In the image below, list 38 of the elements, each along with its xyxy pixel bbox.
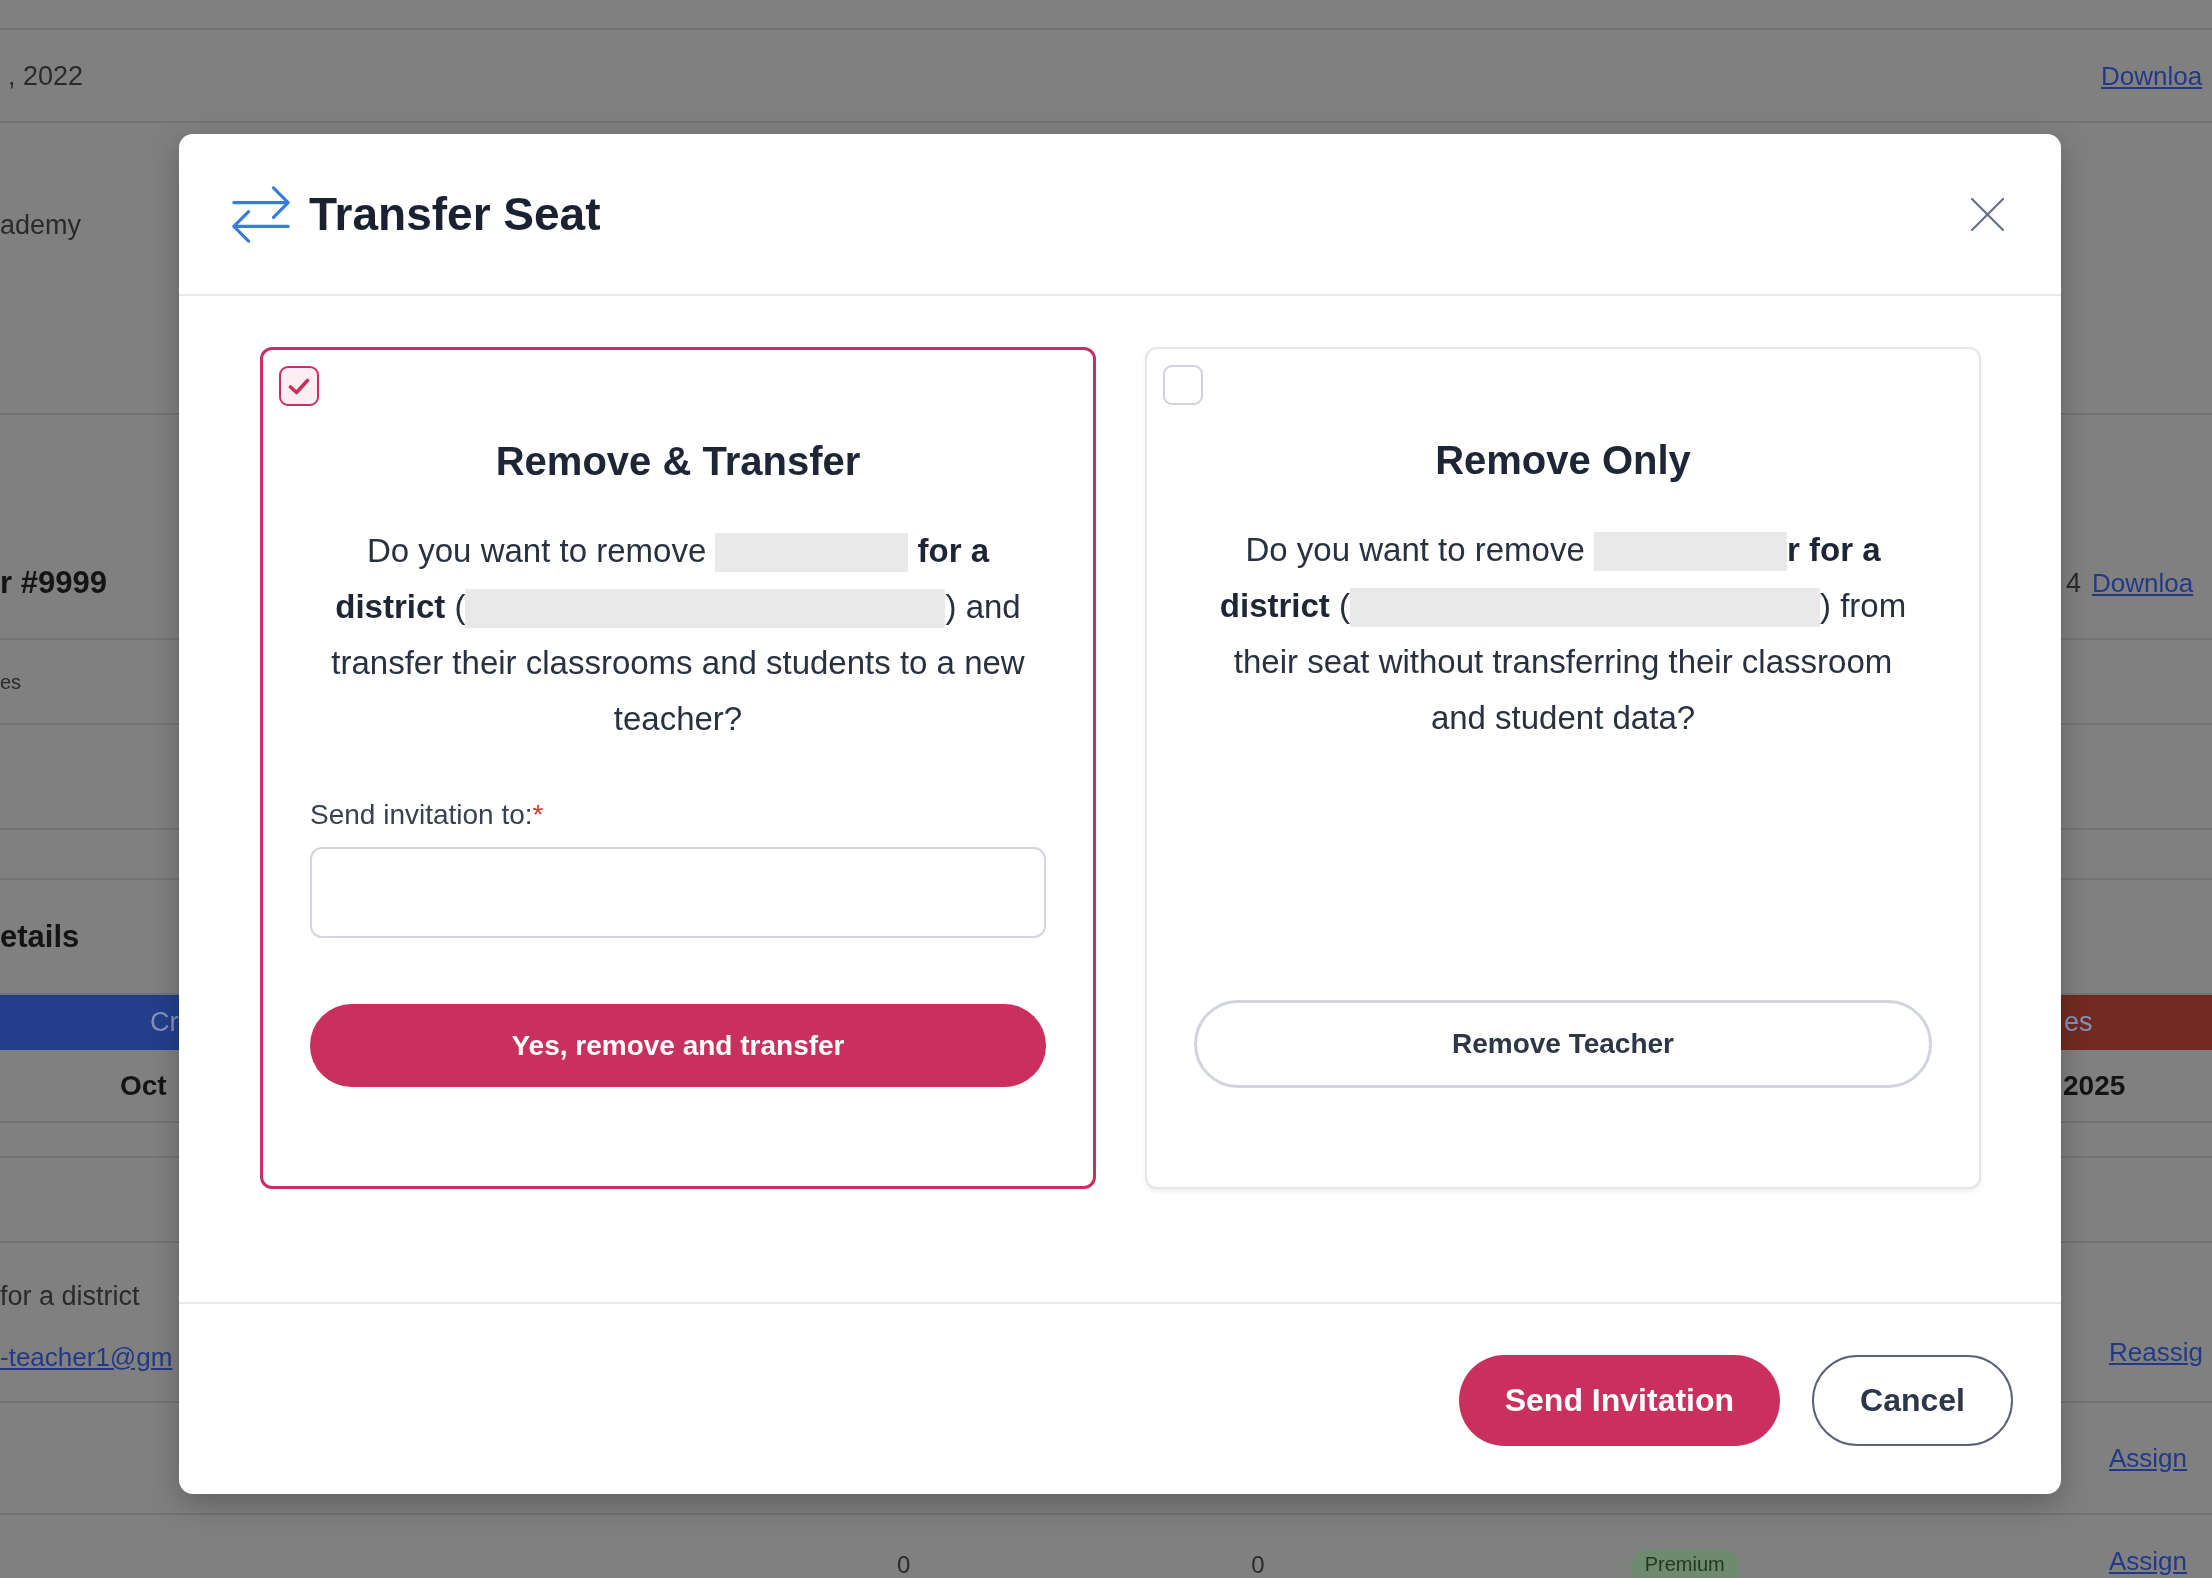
option-card[interactable]: Remove & Transfer Do you want to remove for a district ( ) and transfer their classrooms and students to a new teacher? Send invitation to:* Yes, remove and transfer: [260, 347, 1096, 1189]
count-value: 0: [897, 1552, 911, 1578]
checkbox[interactable]: [279, 366, 319, 406]
option-title: Remove Only: [1434, 437, 1692, 484]
footer-button[interactable]: Send Invitation: [1458, 1355, 1781, 1446]
option-card[interactable]: Remove Only Do you want to remove r for a district ( ) from their seat without transferring their classroom and student data? Remove Teacher: [1145, 347, 1981, 1189]
dialog-title: Transfer Seat: [309, 187, 602, 242]
option-message: Do you want to remove for a district ( ) and transfer their classrooms and students to a new teacher?: [330, 531, 1026, 739]
input-field[interactable]: [310, 847, 1046, 938]
row-link[interactable]: Reassig: [2109, 1335, 2203, 1369]
row-link[interactable]: Downloa: [2092, 566, 2194, 600]
field-label: Send invitation to:*: [310, 798, 545, 832]
column-header: Cr: [0, 995, 179, 1050]
status-badge: Premium: [1630, 1550, 1739, 1578]
row-text: for a district: [0, 1280, 140, 1313]
action-button[interactable]: Yes, remove and transfer: [310, 1004, 1046, 1087]
section-heading: etails: [0, 917, 80, 956]
option-message: Do you want to remove r for a district ( ) from their seat without transferring their classroom and student data?: [1218, 530, 1908, 738]
row-link[interactable]: Downloa: [2101, 58, 2203, 93]
row-link[interactable]: Assign: [2109, 1544, 2188, 1578]
row-link[interactable]: Assign: [2109, 1441, 2188, 1475]
date-value: 2025: [2063, 1068, 2126, 1103]
row-text: 4: [2066, 567, 2082, 600]
close-icon: [1971, 197, 2004, 231]
date-value: Oct: [120, 1068, 167, 1103]
column-header: es: [2061, 995, 2212, 1050]
action-button[interactable]: Remove Teacher: [1194, 1000, 1932, 1088]
caption-text: es: [0, 669, 22, 695]
transfer-arrows-icon: [231, 184, 291, 244]
footer-button[interactable]: Cancel: [1812, 1355, 2013, 1446]
count-value: 0: [1251, 1552, 1265, 1578]
row-text: ademy: [0, 209, 82, 242]
section-heading: r #9999: [0, 564, 107, 602]
row-text: , 2022: [8, 59, 84, 93]
close-button[interactable]: [1971, 197, 2004, 231]
check-icon: [288, 377, 310, 395]
row-link[interactable]: -teacher1@gm: [0, 1340, 173, 1374]
option-title: Remove & Transfer: [494, 438, 862, 485]
